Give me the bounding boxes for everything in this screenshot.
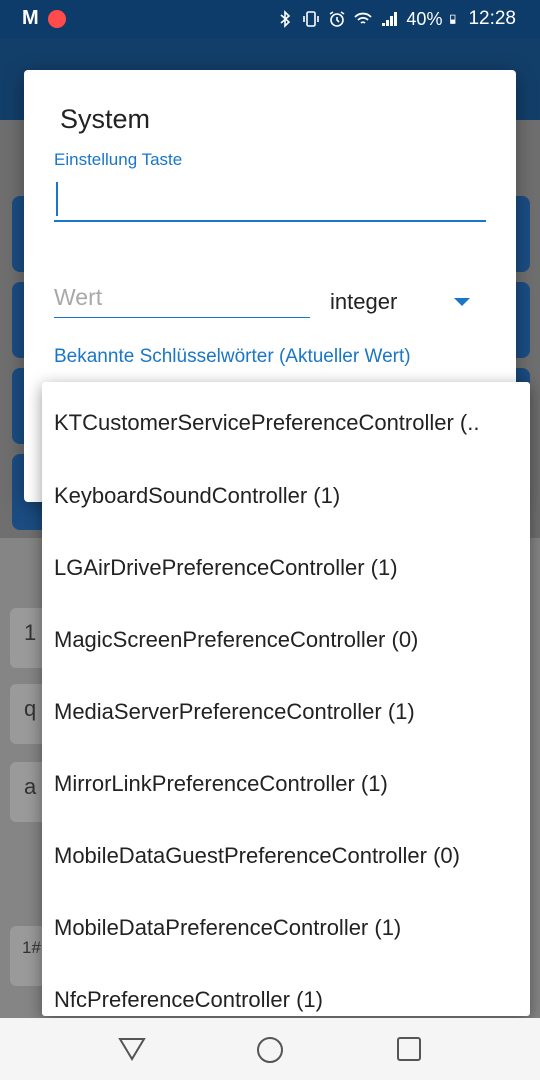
alarm-icon bbox=[329, 11, 345, 27]
bluetooth-icon bbox=[280, 10, 291, 28]
back-icon[interactable] bbox=[118, 1036, 146, 1062]
app-logo-icon: M bbox=[22, 7, 39, 29]
list-item[interactable]: KeyboardSoundController (1) bbox=[42, 460, 530, 532]
signal-icon bbox=[382, 12, 398, 26]
status-bar: M 40% 12:28 bbox=[0, 0, 540, 38]
known-keys-label: Bekannte Schlüsselwörter (Aktueller Wert… bbox=[54, 346, 411, 367]
home-icon[interactable] bbox=[256, 1036, 284, 1064]
type-selected-value: integer bbox=[330, 289, 398, 314]
list-item[interactable]: MirrorLinkPreferenceController (1) bbox=[42, 748, 530, 820]
list-item[interactable]: LGAirDrivePreferenceController (1) bbox=[42, 532, 530, 604]
clock: 12:28 bbox=[468, 8, 516, 29]
text-cursor bbox=[56, 182, 58, 216]
dialog-title: System bbox=[60, 104, 151, 134]
value-input[interactable] bbox=[54, 278, 310, 318]
recents-icon[interactable] bbox=[396, 1036, 422, 1062]
recording-icon bbox=[47, 9, 66, 28]
list-item[interactable]: NfcPreferenceController (1) bbox=[42, 964, 530, 1016]
vibrate-icon bbox=[303, 11, 320, 27]
wifi-icon bbox=[354, 12, 373, 24]
battery-icon bbox=[450, 14, 456, 24]
type-dropdown[interactable]: integer bbox=[330, 284, 470, 320]
battery-percent: 40% bbox=[406, 8, 443, 29]
dropdown-arrow-icon bbox=[454, 298, 470, 306]
navigation-bar bbox=[0, 1018, 540, 1080]
list-item[interactable]: MobileDataGuestPreferenceController (0) bbox=[42, 820, 530, 892]
list-item[interactable]: MagicScreenPreferenceController (0) bbox=[42, 604, 530, 676]
setting-key-input[interactable] bbox=[54, 176, 486, 222]
list-item[interactable]: MobileDataPreferenceController (1) bbox=[42, 892, 530, 964]
setting-key-label: Einstellung Taste bbox=[54, 150, 183, 169]
list-item[interactable]: KTCustomerServicePreferenceController (.… bbox=[42, 382, 530, 460]
list-item[interactable]: MediaServerPreferenceController (1) bbox=[42, 676, 530, 748]
known-keys-dropdown: KTCustomerServicePreferenceController (.… bbox=[42, 382, 530, 1016]
